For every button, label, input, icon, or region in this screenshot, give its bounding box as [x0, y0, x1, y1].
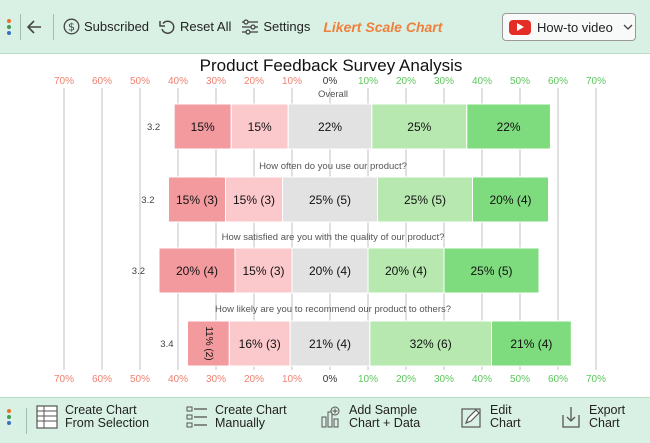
add-sample-label-2: Chart + Data	[349, 416, 421, 430]
sliders-icon	[242, 18, 259, 35]
score-label: 3.2	[132, 266, 145, 277]
x-tick-label: 70%	[54, 374, 74, 385]
x-tick-label: 30%	[206, 76, 226, 87]
category-label: How satisfied are you with the quality o…	[222, 232, 445, 243]
x-tick-label: 70%	[586, 374, 606, 385]
data-label: 20% (4)	[489, 193, 531, 207]
likert-chart: Product Feedback Survey Analysis 70% 70% 6…	[54, 56, 606, 385]
data-label: 15%	[191, 120, 215, 134]
edit-chart-label-2: Chart	[490, 416, 521, 430]
x-tick-label: 60%	[92, 374, 112, 385]
data-label: 16% (3)	[239, 337, 281, 351]
settings-button[interactable]: Settings	[236, 15, 315, 39]
x-tick-label: 50%	[130, 76, 150, 87]
x-tick-label: 10%	[358, 374, 378, 385]
menu-kebab-icon[interactable]	[2, 0, 16, 54]
create-chart-from-selection-button[interactable]: Create Chart From Selection	[36, 404, 149, 430]
x-tick-label: 70%	[586, 76, 606, 87]
data-label: 20% (4)	[176, 264, 218, 278]
category-label: How likely are you to recommend our prod…	[215, 304, 451, 315]
reset-all-button[interactable]: Reset All	[154, 15, 236, 39]
x-tick-label: 40%	[472, 374, 492, 385]
score-label: 3.4	[160, 339, 173, 350]
create-chart-from-selection-label-2: From Selection	[65, 416, 150, 430]
chart-title: Product Feedback Survey Analysis	[200, 56, 463, 75]
data-label: 15%	[248, 120, 272, 134]
score-label: 3.2	[141, 195, 154, 206]
how-to-video-label: How-to video	[537, 19, 613, 35]
top-toolbar: $ Subscribed Reset All Settings Likert S…	[0, 0, 650, 54]
dollar-circle-icon: $	[63, 18, 80, 35]
toolbar-divider	[20, 13, 21, 40]
add-sample-chart-button[interactable]: Add Sample Chart + Data	[320, 404, 420, 430]
data-label: 15% (3)	[233, 193, 275, 207]
how-to-video-button[interactable]: How-to video	[502, 13, 636, 41]
x-tick-label: 50%	[510, 76, 530, 87]
data-label: 15% (3)	[176, 193, 218, 207]
x-tick-label: 20%	[244, 374, 264, 385]
x-tick-label: 30%	[434, 76, 454, 87]
data-label: 15% (3)	[242, 264, 284, 278]
data-label: 25% (5)	[404, 193, 446, 207]
export-chart-label-2: Chart	[589, 416, 620, 430]
data-label: 11% (2)	[203, 326, 214, 360]
table-grid-icon	[36, 405, 58, 429]
export-icon	[562, 407, 580, 428]
edit-chart-button[interactable]: Edit Chart	[461, 404, 521, 430]
x-tick-label: 50%	[130, 374, 150, 385]
reset-icon	[159, 19, 175, 34]
bottom-toolbar: Create Chart From Selection Create Chart…	[0, 397, 650, 443]
x-tick-label: 20%	[396, 76, 416, 87]
category-label: How often do you use our product?	[259, 161, 407, 172]
data-label: 25% (5)	[470, 264, 512, 278]
x-tick-label: 20%	[244, 76, 264, 87]
arrow-left-icon	[27, 19, 41, 34]
x-tick-label: 10%	[282, 76, 302, 87]
x-tick-label: 60%	[548, 374, 568, 385]
x-tick-label: 40%	[472, 76, 492, 87]
data-label: 21% (4)	[510, 337, 552, 351]
chart-type-title: Likert Scale Chart	[323, 18, 443, 35]
x-tick-label: 40%	[168, 374, 188, 385]
data-label: 20% (4)	[385, 264, 427, 278]
reset-all-label: Reset All	[180, 19, 232, 34]
category-label: Overall	[318, 89, 348, 100]
back-button[interactable]	[25, 16, 49, 38]
toolbar-divider	[26, 408, 27, 434]
x-tick-label: 50%	[510, 374, 530, 385]
data-label: 21% (4)	[309, 337, 351, 351]
x-tick-label: 40%	[168, 76, 188, 87]
data-label: 32% (6)	[410, 337, 452, 351]
toolbar-divider	[53, 13, 54, 40]
subscribed-button[interactable]: $ Subscribed	[58, 14, 154, 39]
x-tick-label: 60%	[92, 76, 112, 87]
x-tick-label: 10%	[358, 76, 378, 87]
data-label: 25% (5)	[309, 193, 351, 207]
create-chart-manually-label-2: Manually	[215, 416, 266, 430]
x-tick-label: 20%	[396, 374, 416, 385]
edit-chart-icon	[461, 408, 481, 428]
youtube-icon	[509, 19, 531, 35]
bottom-menu-kebab-icon[interactable]	[2, 398, 16, 443]
x-tick-label: 30%	[206, 374, 226, 385]
x-tick-label: 70%	[54, 76, 74, 87]
data-label: 25%	[407, 120, 431, 134]
data-label: 22%	[318, 120, 342, 134]
score-label: 3.2	[147, 122, 160, 133]
x-tick-label: 60%	[548, 76, 568, 87]
export-chart-button[interactable]: Export Chart	[560, 404, 625, 430]
x-tick-label: 10%	[282, 374, 302, 385]
subscribed-label: Subscribed	[84, 19, 150, 34]
chevron-down-icon	[623, 24, 633, 30]
create-chart-manually-button[interactable]: Create Chart Manually	[186, 404, 287, 430]
data-label: 20% (4)	[309, 264, 351, 278]
x-tick-label: 0%	[323, 374, 338, 385]
data-label: 22%	[497, 120, 521, 134]
svg-text:$: $	[68, 21, 75, 34]
settings-label: Settings	[263, 19, 311, 34]
x-tick-label: 30%	[434, 374, 454, 385]
sample-chart-icon	[321, 406, 340, 428]
x-tick-label: 0%	[323, 76, 338, 87]
list-edit-icon	[186, 406, 207, 428]
